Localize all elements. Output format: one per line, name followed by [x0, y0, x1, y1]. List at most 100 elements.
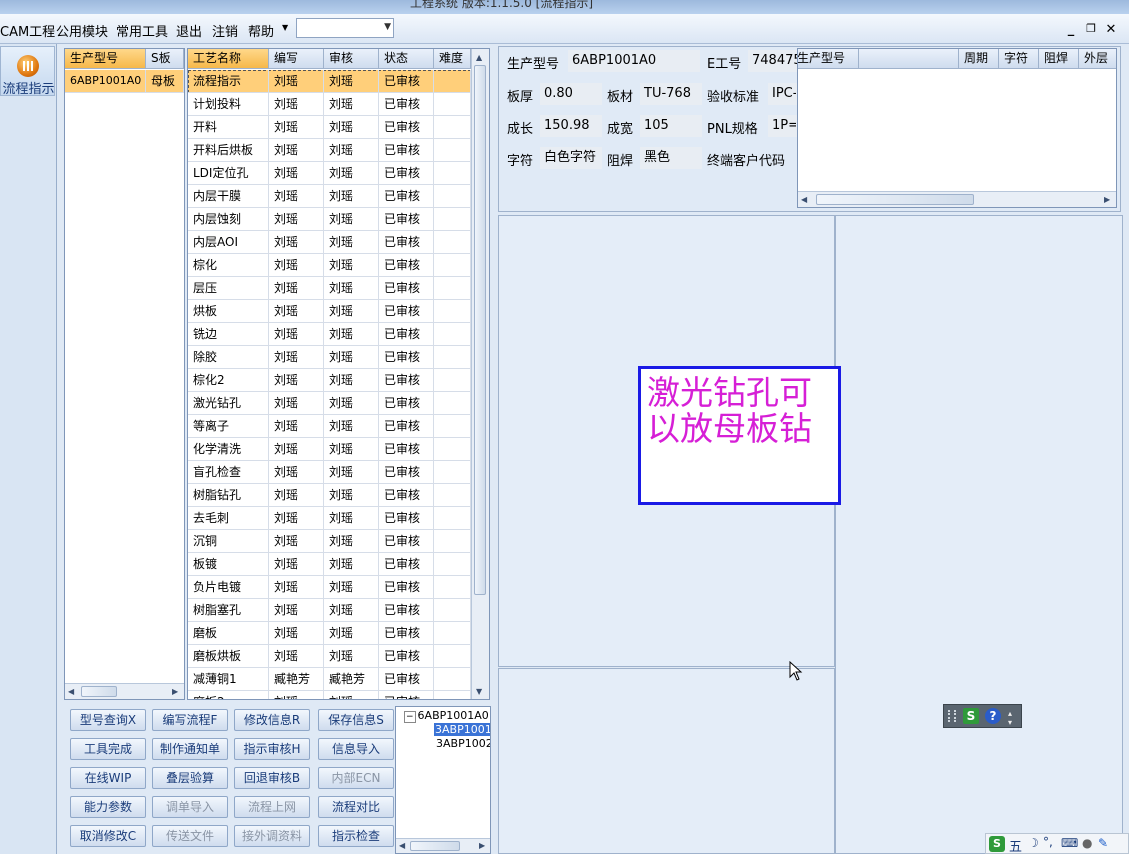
process-reviewer-cell[interactable]: 刘瑶	[324, 484, 379, 507]
process-status-cell[interactable]: 已审核	[379, 553, 434, 576]
process-writer-cell[interactable]: 刘瑶	[269, 484, 324, 507]
moon-icon[interactable]: ☽	[1028, 836, 1039, 850]
table-row[interactable]: 开料 刘瑶 刘瑶 已审核	[188, 116, 471, 139]
process-difficulty-cell[interactable]	[434, 116, 471, 139]
table-row[interactable]: 盲孔检查 刘瑶 刘瑶 已审核	[188, 461, 471, 484]
process-status-cell[interactable]: 已审核	[379, 254, 434, 277]
table-row[interactable]: 烘板 刘瑶 刘瑶 已审核	[188, 300, 471, 323]
process-reviewer-cell[interactable]: 刘瑶	[324, 645, 379, 668]
process-writer-cell[interactable]: 刘瑶	[269, 691, 324, 699]
sogou-icon[interactable]: S	[989, 836, 1005, 852]
table-row[interactable]: 减薄铜1 臧艳芳 臧艳芳 已审核	[188, 668, 471, 691]
process-difficulty-cell[interactable]	[434, 139, 471, 162]
process-difficulty-cell[interactable]	[434, 300, 471, 323]
process-status-cell[interactable]: 已审核	[379, 530, 434, 553]
process-status-cell[interactable]: 已审核	[379, 369, 434, 392]
process-difficulty-cell[interactable]	[434, 553, 471, 576]
action-button[interactable]: 信息导入	[318, 738, 394, 760]
process-writer-cell[interactable]: 刘瑶	[269, 93, 324, 116]
menu-common-modules[interactable]: 公用模块	[56, 21, 108, 40]
process-writer-cell[interactable]: 刘瑶	[269, 139, 324, 162]
process-name-cell[interactable]: 化学清洗	[188, 438, 269, 461]
tree-node-selected[interactable]: 3ABP1001A	[434, 723, 490, 736]
scroll-left-icon[interactable]: ◀	[801, 195, 807, 204]
process-name-cell[interactable]: 沉铜	[188, 530, 269, 553]
process-status-cell[interactable]: 已审核	[379, 461, 434, 484]
process-reviewer-cell[interactable]: 刘瑶	[324, 70, 379, 93]
action-button[interactable]: 工具完成	[70, 738, 146, 760]
process-reviewer-cell[interactable]: 刘瑶	[324, 323, 379, 346]
process-status-cell[interactable]: 已审核	[379, 116, 434, 139]
process-status-cell[interactable]: 已审核	[379, 277, 434, 300]
process-reviewer-cell[interactable]: 刘瑶	[324, 599, 379, 622]
menu-cam[interactable]: CAM工程	[0, 21, 55, 40]
process-difficulty-cell[interactable]	[434, 622, 471, 645]
process-name-cell[interactable]: 磨板2	[188, 691, 269, 699]
side-header-cycle[interactable]: 周期	[959, 49, 999, 69]
process-name-cell[interactable]: 磨板烘板	[188, 645, 269, 668]
process-reviewer-cell[interactable]: 刘瑶	[324, 438, 379, 461]
production-model-field[interactable]: 6ABP1001A0	[568, 50, 700, 72]
table-row[interactable]: 板镀 刘瑶 刘瑶 已审核	[188, 553, 471, 576]
process-name-cell[interactable]: 烘板	[188, 300, 269, 323]
process-writer-cell[interactable]: 刘瑶	[269, 346, 324, 369]
process-reviewer-cell[interactable]: 刘瑶	[324, 507, 379, 530]
process-name-cell[interactable]: 磨板	[188, 622, 269, 645]
process-name-cell[interactable]: 棕化	[188, 254, 269, 277]
process-reviewer-cell[interactable]: 刘瑶	[324, 93, 379, 116]
process-header-status[interactable]: 状态	[379, 49, 434, 69]
action-button[interactable]: 型号查询X	[70, 709, 146, 731]
process-reviewer-cell[interactable]: 刘瑶	[324, 392, 379, 415]
wrench-icon[interactable]: ✎	[1098, 836, 1108, 850]
process-writer-cell[interactable]: 刘瑶	[269, 185, 324, 208]
length-field[interactable]: 150.98	[540, 115, 602, 137]
pnl-field[interactable]: 1P=	[768, 115, 797, 137]
process-difficulty-cell[interactable]	[434, 93, 471, 116]
scroll-thumb[interactable]	[474, 65, 486, 595]
table-row[interactable]: 树脂塞孔 刘瑶 刘瑶 已审核	[188, 599, 471, 622]
table-row[interactable]: 层压 刘瑶 刘瑶 已审核	[188, 277, 471, 300]
process-reviewer-cell[interactable]: 刘瑶	[324, 116, 379, 139]
process-reviewer-cell[interactable]: 刘瑶	[324, 576, 379, 599]
process-status-cell[interactable]: 已审核	[379, 323, 434, 346]
product-cell-s[interactable]: 母板	[146, 70, 184, 93]
process-status-cell[interactable]: 已审核	[379, 392, 434, 415]
table-row[interactable]: 开料后烘板 刘瑶 刘瑶 已审核	[188, 139, 471, 162]
process-status-cell[interactable]: 已审核	[379, 139, 434, 162]
process-reviewer-cell[interactable]: 刘瑶	[324, 415, 379, 438]
menu-exit[interactable]: 退出	[176, 21, 202, 40]
process-status-cell[interactable]: 已审核	[379, 70, 434, 93]
process-writer-cell[interactable]: 刘瑶	[269, 461, 324, 484]
scroll-right-icon[interactable]: ▶	[172, 687, 178, 696]
menu-help[interactable]: 帮助	[248, 21, 274, 40]
process-difficulty-cell[interactable]	[434, 277, 471, 300]
product-cell-model[interactable]: 6ABP1001A0	[65, 70, 146, 93]
process-writer-cell[interactable]: 刘瑶	[269, 576, 324, 599]
process-reviewer-cell[interactable]: 刘瑶	[324, 162, 379, 185]
process-reviewer-cell[interactable]: 刘瑶	[324, 691, 379, 699]
process-name-cell[interactable]: 内层干膜	[188, 185, 269, 208]
process-writer-cell[interactable]: 刘瑶	[269, 530, 324, 553]
process-reviewer-cell[interactable]: 刘瑶	[324, 254, 379, 277]
product-list-header-s[interactable]: S板	[146, 49, 184, 69]
process-name-cell[interactable]: 板镀	[188, 553, 269, 576]
process-writer-cell[interactable]: 刘瑶	[269, 162, 324, 185]
process-writer-cell[interactable]: 刘瑶	[269, 507, 324, 530]
tree-node[interactable]: 3ABP1002A	[436, 737, 490, 750]
process-status-cell[interactable]: 已审核	[379, 645, 434, 668]
process-writer-cell[interactable]: 刘瑶	[269, 369, 324, 392]
process-reviewer-cell[interactable]: 刘瑶	[324, 553, 379, 576]
table-row[interactable]: 棕化2 刘瑶 刘瑶 已审核	[188, 369, 471, 392]
material-field[interactable]: TU-768	[640, 83, 702, 105]
table-row[interactable]: 铣边 刘瑶 刘瑶 已审核	[188, 323, 471, 346]
process-reviewer-cell[interactable]: 刘瑶	[324, 622, 379, 645]
process-reviewer-cell[interactable]: 刘瑶	[324, 231, 379, 254]
process-writer-cell[interactable]: 刘瑶	[269, 300, 324, 323]
process-reviewer-cell[interactable]: 刘瑶	[324, 185, 379, 208]
process-name-cell[interactable]: 开料后烘板	[188, 139, 269, 162]
table-row[interactable]: 沉铜 刘瑶 刘瑶 已审核	[188, 530, 471, 553]
process-difficulty-cell[interactable]	[434, 185, 471, 208]
process-name-cell[interactable]: 内层AOI	[188, 231, 269, 254]
process-reviewer-cell[interactable]: 刘瑶	[324, 369, 379, 392]
punctuation-icon[interactable]: °,	[1043, 835, 1053, 849]
